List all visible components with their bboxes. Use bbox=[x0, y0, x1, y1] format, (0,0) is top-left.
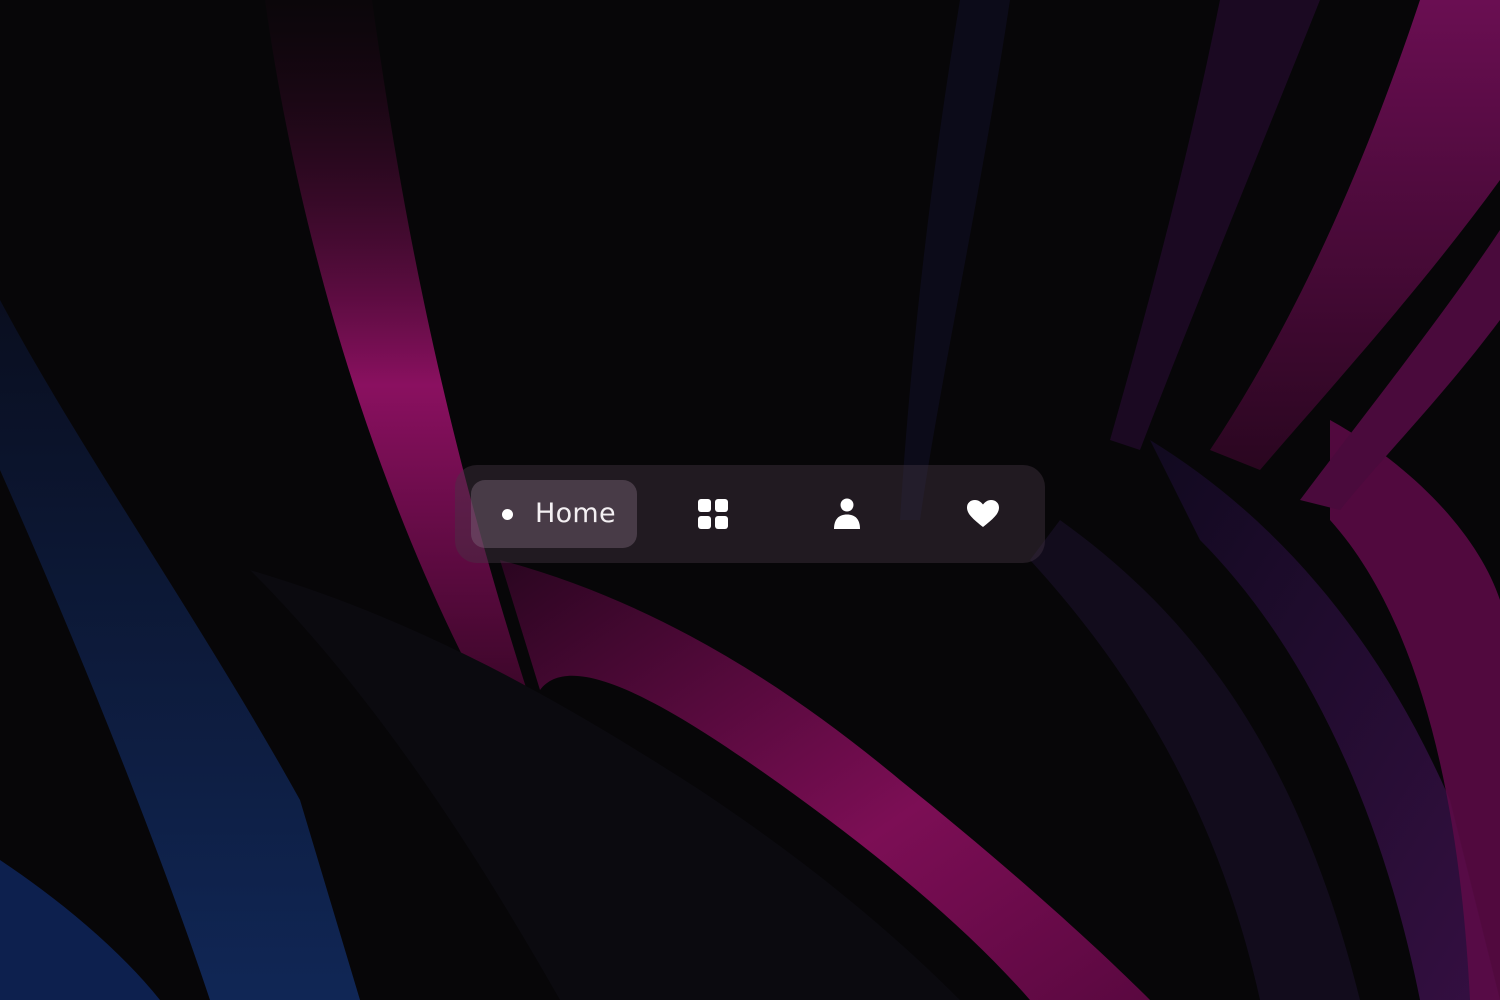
user-icon bbox=[833, 498, 861, 530]
nav-item-home-label: Home bbox=[535, 498, 616, 529]
active-dot-icon bbox=[502, 509, 513, 520]
nav-item-favorites[interactable] bbox=[949, 480, 1017, 548]
grid-icon bbox=[698, 499, 728, 529]
nav-item-home[interactable]: Home bbox=[471, 480, 637, 548]
heart-icon bbox=[967, 500, 999, 528]
nav-item-profile[interactable] bbox=[813, 480, 881, 548]
nav-item-apps[interactable] bbox=[679, 480, 747, 548]
bottom-nav-bar: Home bbox=[455, 465, 1045, 563]
